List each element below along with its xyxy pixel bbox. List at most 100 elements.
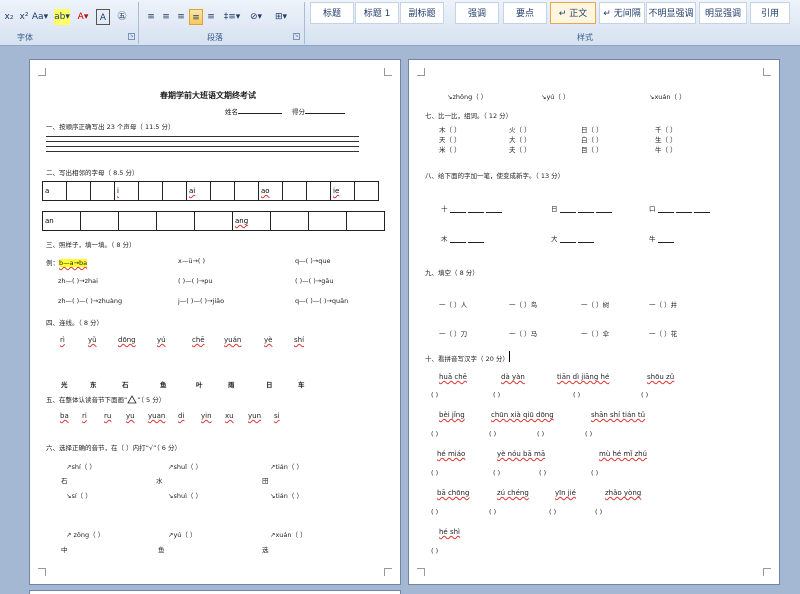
measure-item: 一（ ）花 <box>649 330 678 338</box>
stroke-item: 口 <box>649 203 710 213</box>
grid-cell[interactable]: ie <box>331 182 355 201</box>
distributed-button[interactable]: ≡ <box>204 9 218 25</box>
answer-paren: ( ) <box>431 430 439 438</box>
pinyin-item: tiān dì jiāng hé <box>557 373 610 381</box>
grid-cell[interactable] <box>163 182 187 201</box>
grid-cell[interactable]: a <box>43 182 67 201</box>
grid-cell[interactable] <box>91 182 115 201</box>
pinyin-item: huā chē <box>439 373 467 381</box>
choice-char: 水 <box>156 477 163 485</box>
grid-cell[interactable]: an <box>43 212 81 231</box>
shading-button[interactable]: ⊘▾ <box>245 9 267 25</box>
grid-cell[interactable] <box>307 182 331 201</box>
align-right-button[interactable]: ≡ <box>174 9 188 25</box>
char-item: 光 <box>61 381 68 389</box>
choice-char: 选 <box>262 546 269 554</box>
borders-button[interactable]: ⊞▾ <box>270 9 292 25</box>
subscript-button[interactable]: x₂ <box>2 9 16 25</box>
grid-cell[interactable] <box>211 182 235 201</box>
word-item: 火（ ） <box>509 126 531 134</box>
question-8: 八、给下面的字加一笔，使变成新字。（ 13 分） <box>425 172 565 180</box>
grid-cell[interactable] <box>67 182 91 201</box>
grid-cell[interactable] <box>139 182 163 201</box>
stroke-item: 日 <box>551 203 612 213</box>
style-emphasis[interactable]: 强调 <box>455 2 499 24</box>
paragraph-dialog-launcher-icon[interactable]: ↘ <box>293 33 300 40</box>
style-heading[interactable]: 标题 <box>310 2 354 24</box>
grid-cell[interactable] <box>271 212 309 231</box>
document-page-next[interactable] <box>29 590 401 594</box>
pinyin-item: hé shì <box>439 528 460 536</box>
char-item: 叶 <box>196 381 203 389</box>
fill-item: q—( )→que <box>295 257 331 265</box>
syllable-choice: ↗xuán（ ） <box>270 531 307 539</box>
grid-cell[interactable] <box>235 182 259 201</box>
style-strong[interactable]: 要点 <box>503 2 547 24</box>
grid-cell[interactable] <box>195 212 233 231</box>
measure-item: 一（ ）伞 <box>581 330 610 338</box>
grid-cell[interactable] <box>81 212 119 231</box>
char-item: 车 <box>298 381 305 389</box>
align-center-button[interactable]: ≡ <box>159 9 173 25</box>
syllable-choice: ↗yú（ ） <box>168 531 197 539</box>
style-heading-1[interactable]: 标题 1 <box>355 2 399 24</box>
stroke-item: 十 <box>441 203 502 213</box>
answer-paren: ( ) <box>431 508 439 516</box>
pinyin-item: bā chōng <box>437 489 470 497</box>
pinyin-item: yin <box>201 412 212 420</box>
measure-item: 一（ ）鸟 <box>509 301 538 309</box>
fill-item: zh—( )→zhai <box>58 277 98 285</box>
pinyin-item: ri <box>82 412 87 420</box>
style-no-spacing[interactable]: ↵ 无间隔 <box>599 2 645 24</box>
grid-cell[interactable] <box>157 212 195 231</box>
measure-item: 一（ ）树 <box>581 301 610 309</box>
grid-cell[interactable] <box>283 182 307 201</box>
fill-item: x—ü→( ) <box>178 257 206 265</box>
word-item: 天（ ） <box>439 136 461 144</box>
style-normal[interactable]: ↵ 正文 <box>550 2 596 24</box>
question-3: 三、照样子，填一填。（ 8 分） <box>46 241 136 249</box>
word-item: 生（ ） <box>655 136 677 144</box>
grid-cell[interactable] <box>347 212 385 231</box>
stroke-item: 木 <box>441 233 484 243</box>
pinyin-item: hé miáo <box>437 450 466 458</box>
grid-cell[interactable]: ang <box>233 212 271 231</box>
grid-cell[interactable]: ao <box>259 182 283 201</box>
style-subtitle[interactable]: 副标题 <box>400 2 444 24</box>
font-color-button[interactable]: A▾ <box>74 9 92 25</box>
grid-cell[interactable]: i <box>115 182 139 201</box>
answer-paren: ( ) <box>431 547 439 555</box>
change-case-button[interactable]: Aa▾ <box>31 9 49 25</box>
document-page-right[interactable]: ↘zhōng（ ） ↘yú（ ） ↘xuán（ ） 七、比一比，组词。（ 12 … <box>408 59 780 585</box>
highlight-color-button[interactable]: ab▾ <box>54 9 70 25</box>
style-intense-emphasis[interactable]: 明显强调 <box>699 2 747 24</box>
answer-line <box>46 151 359 152</box>
grid-cell[interactable] <box>119 212 157 231</box>
grid-cell[interactable] <box>355 182 379 201</box>
pinyin-item: di <box>178 412 185 420</box>
question-6: 六、选择正确的音节，在（ ）内打“√”（ 6 分） <box>46 444 181 452</box>
font-dialog-launcher-icon[interactable]: ↘ <box>128 33 135 40</box>
pinyin-item: yuan <box>148 412 166 420</box>
grid-cell[interactable]: ai <box>187 182 211 201</box>
name-label: 姓名 <box>225 106 282 116</box>
style-quote[interactable]: 引用 <box>750 2 790 24</box>
justify-button[interactable]: ≡ <box>189 9 203 25</box>
line-spacing-button[interactable]: ‡≡▾ <box>222 9 242 25</box>
grid-cell[interactable] <box>309 212 347 231</box>
document-page-left[interactable]: 春期学前大班语文期终考试 姓名 得分 一、按顺序正确写出 23 个声母（ 11.… <box>29 59 401 585</box>
group-separator <box>304 2 305 44</box>
style-subtle-emphasis[interactable]: 不明显强调 <box>646 2 696 24</box>
syllable-choice: ↗shuǐ（ ） <box>168 463 202 471</box>
question-9: 九、填空（ 8 分） <box>425 269 479 277</box>
syllable-choice: ↗shí（ ） <box>66 463 96 471</box>
pinyin-item: yu <box>126 412 135 420</box>
measure-item: 一（ ）人 <box>439 301 468 309</box>
word-item: 米（ ） <box>439 146 461 154</box>
enclose-char-button[interactable]: ㊄ <box>114 9 130 25</box>
char-border-button[interactable]: A <box>96 9 110 25</box>
superscript-button[interactable]: x² <box>17 9 31 25</box>
align-left-button[interactable]: ≡ <box>144 9 158 25</box>
pinyin-item: yun <box>248 412 262 420</box>
margin-mark <box>763 68 771 76</box>
